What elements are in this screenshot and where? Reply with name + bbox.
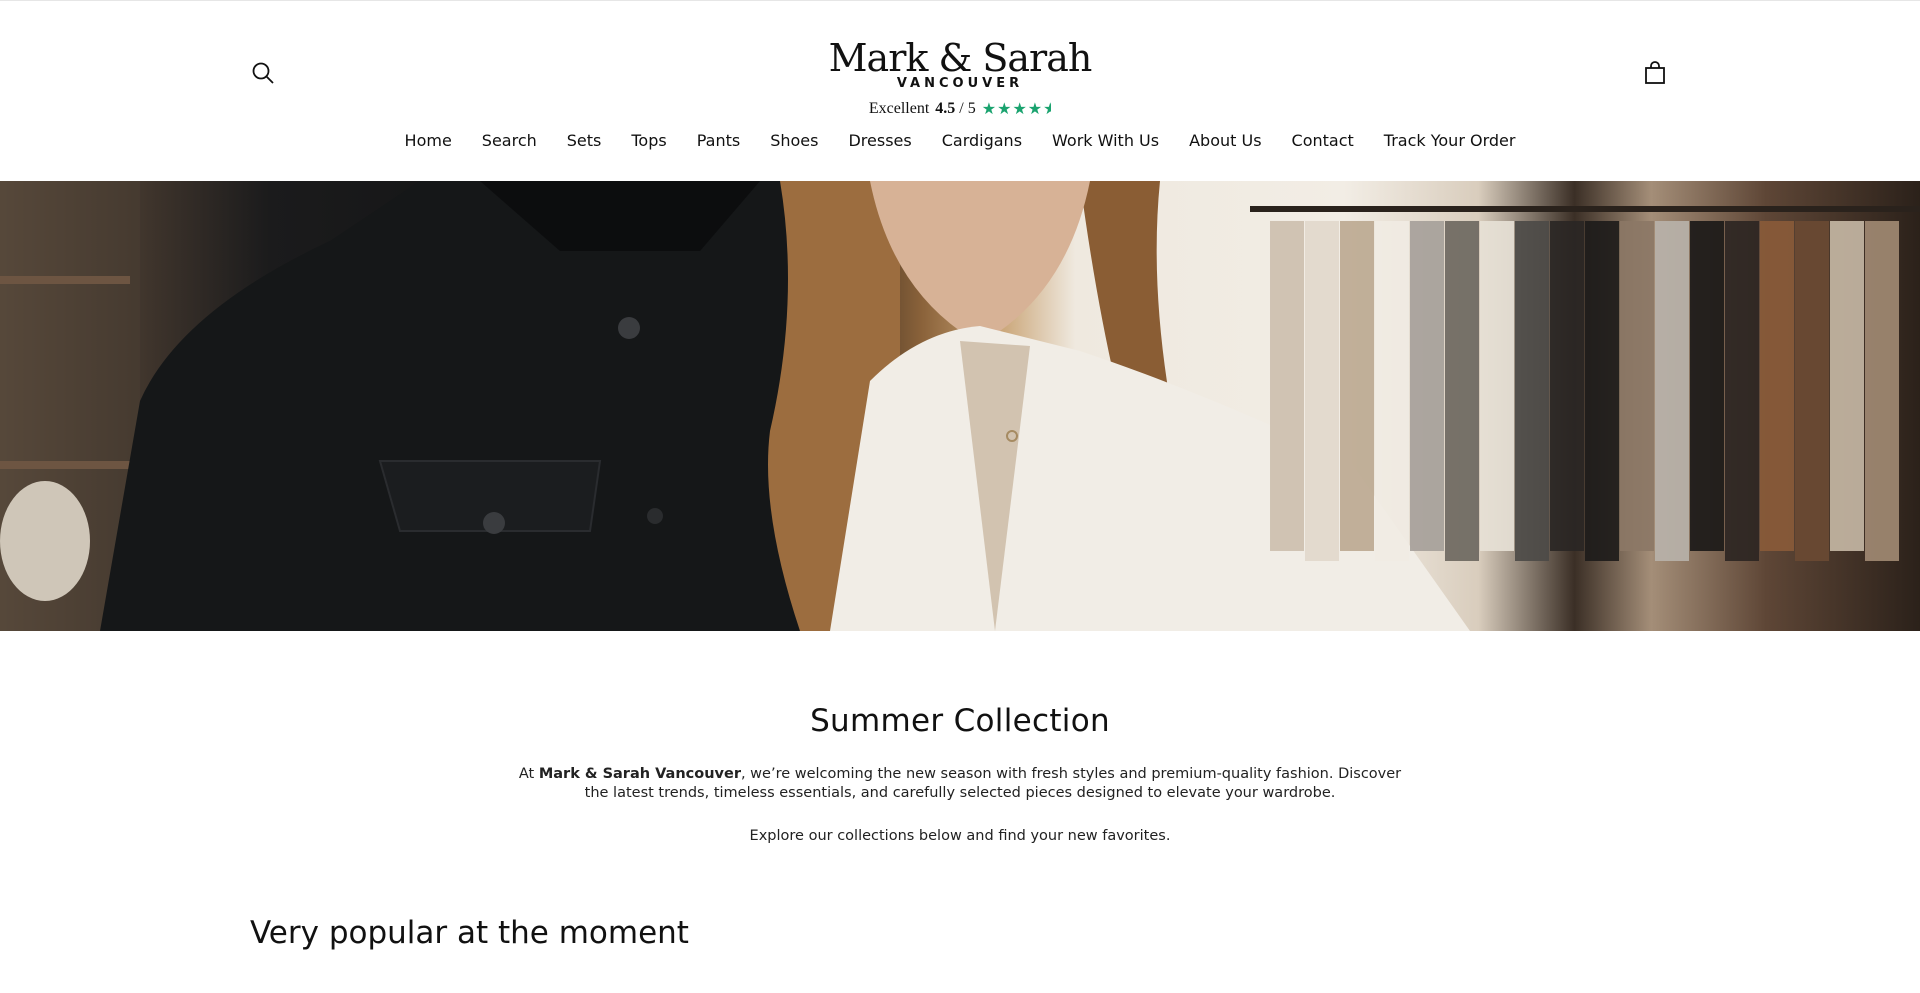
nav-item-home[interactable]: Home xyxy=(405,131,452,150)
rating-scale: / 5 xyxy=(959,100,976,117)
nav-item-work-with-us[interactable]: Work With Us xyxy=(1052,131,1159,150)
popular-section-title: Very popular at the moment xyxy=(250,915,689,951)
intro-brand: Mark & Sarah Vancouver xyxy=(538,766,741,782)
shopping-bag-icon[interactable] xyxy=(1641,59,1669,87)
rating-stars-icon: ★★★★★ xyxy=(981,101,1051,118)
hero-banner-image xyxy=(0,181,1920,631)
brand-logo[interactable]: Mark & Sarah VANCOUVER Excellent 4.5 / 5… xyxy=(800,37,1120,119)
intro-prefix: At xyxy=(518,766,539,782)
brand-name: Mark & Sarah xyxy=(828,36,1093,80)
nav-item-search[interactable]: Search xyxy=(482,131,537,150)
summer-collection-section: Summer Collection At Mark & Sarah Vancou… xyxy=(0,631,1920,846)
intro-paragraph: At Mark & Sarah Vancouver, we’re welcomi… xyxy=(510,765,1410,803)
nav-item-track-order[interactable]: Track Your Order xyxy=(1384,131,1516,150)
site-header: Mark & Sarah VANCOUVER Excellent 4.5 / 5… xyxy=(0,1,1920,181)
hero-illustration xyxy=(0,181,1920,631)
nav-item-sets[interactable]: Sets xyxy=(567,131,602,150)
nav-item-about-us[interactable]: About Us xyxy=(1189,131,1261,150)
explore-text: Explore our collections below and find y… xyxy=(749,828,1171,844)
search-icon[interactable] xyxy=(249,59,277,87)
nav-item-shoes[interactable]: Shoes xyxy=(770,131,818,150)
nav-item-dresses[interactable]: Dresses xyxy=(848,131,911,150)
main-navigation: Home Search Sets Tops Pants Shoes Dresse… xyxy=(0,131,1920,150)
nav-item-cardigans[interactable]: Cardigans xyxy=(942,131,1022,150)
nav-item-contact[interactable]: Contact xyxy=(1292,131,1354,150)
section-title: Summer Collection xyxy=(810,703,1110,739)
rating-label: Excellent xyxy=(868,100,930,117)
nav-item-pants[interactable]: Pants xyxy=(697,131,740,150)
rating-score: 4.5 xyxy=(935,100,956,117)
rating-widget[interactable]: Excellent 4.5 / 5 ★★★★★ xyxy=(800,99,1120,119)
nav-item-tops[interactable]: Tops xyxy=(631,131,666,150)
